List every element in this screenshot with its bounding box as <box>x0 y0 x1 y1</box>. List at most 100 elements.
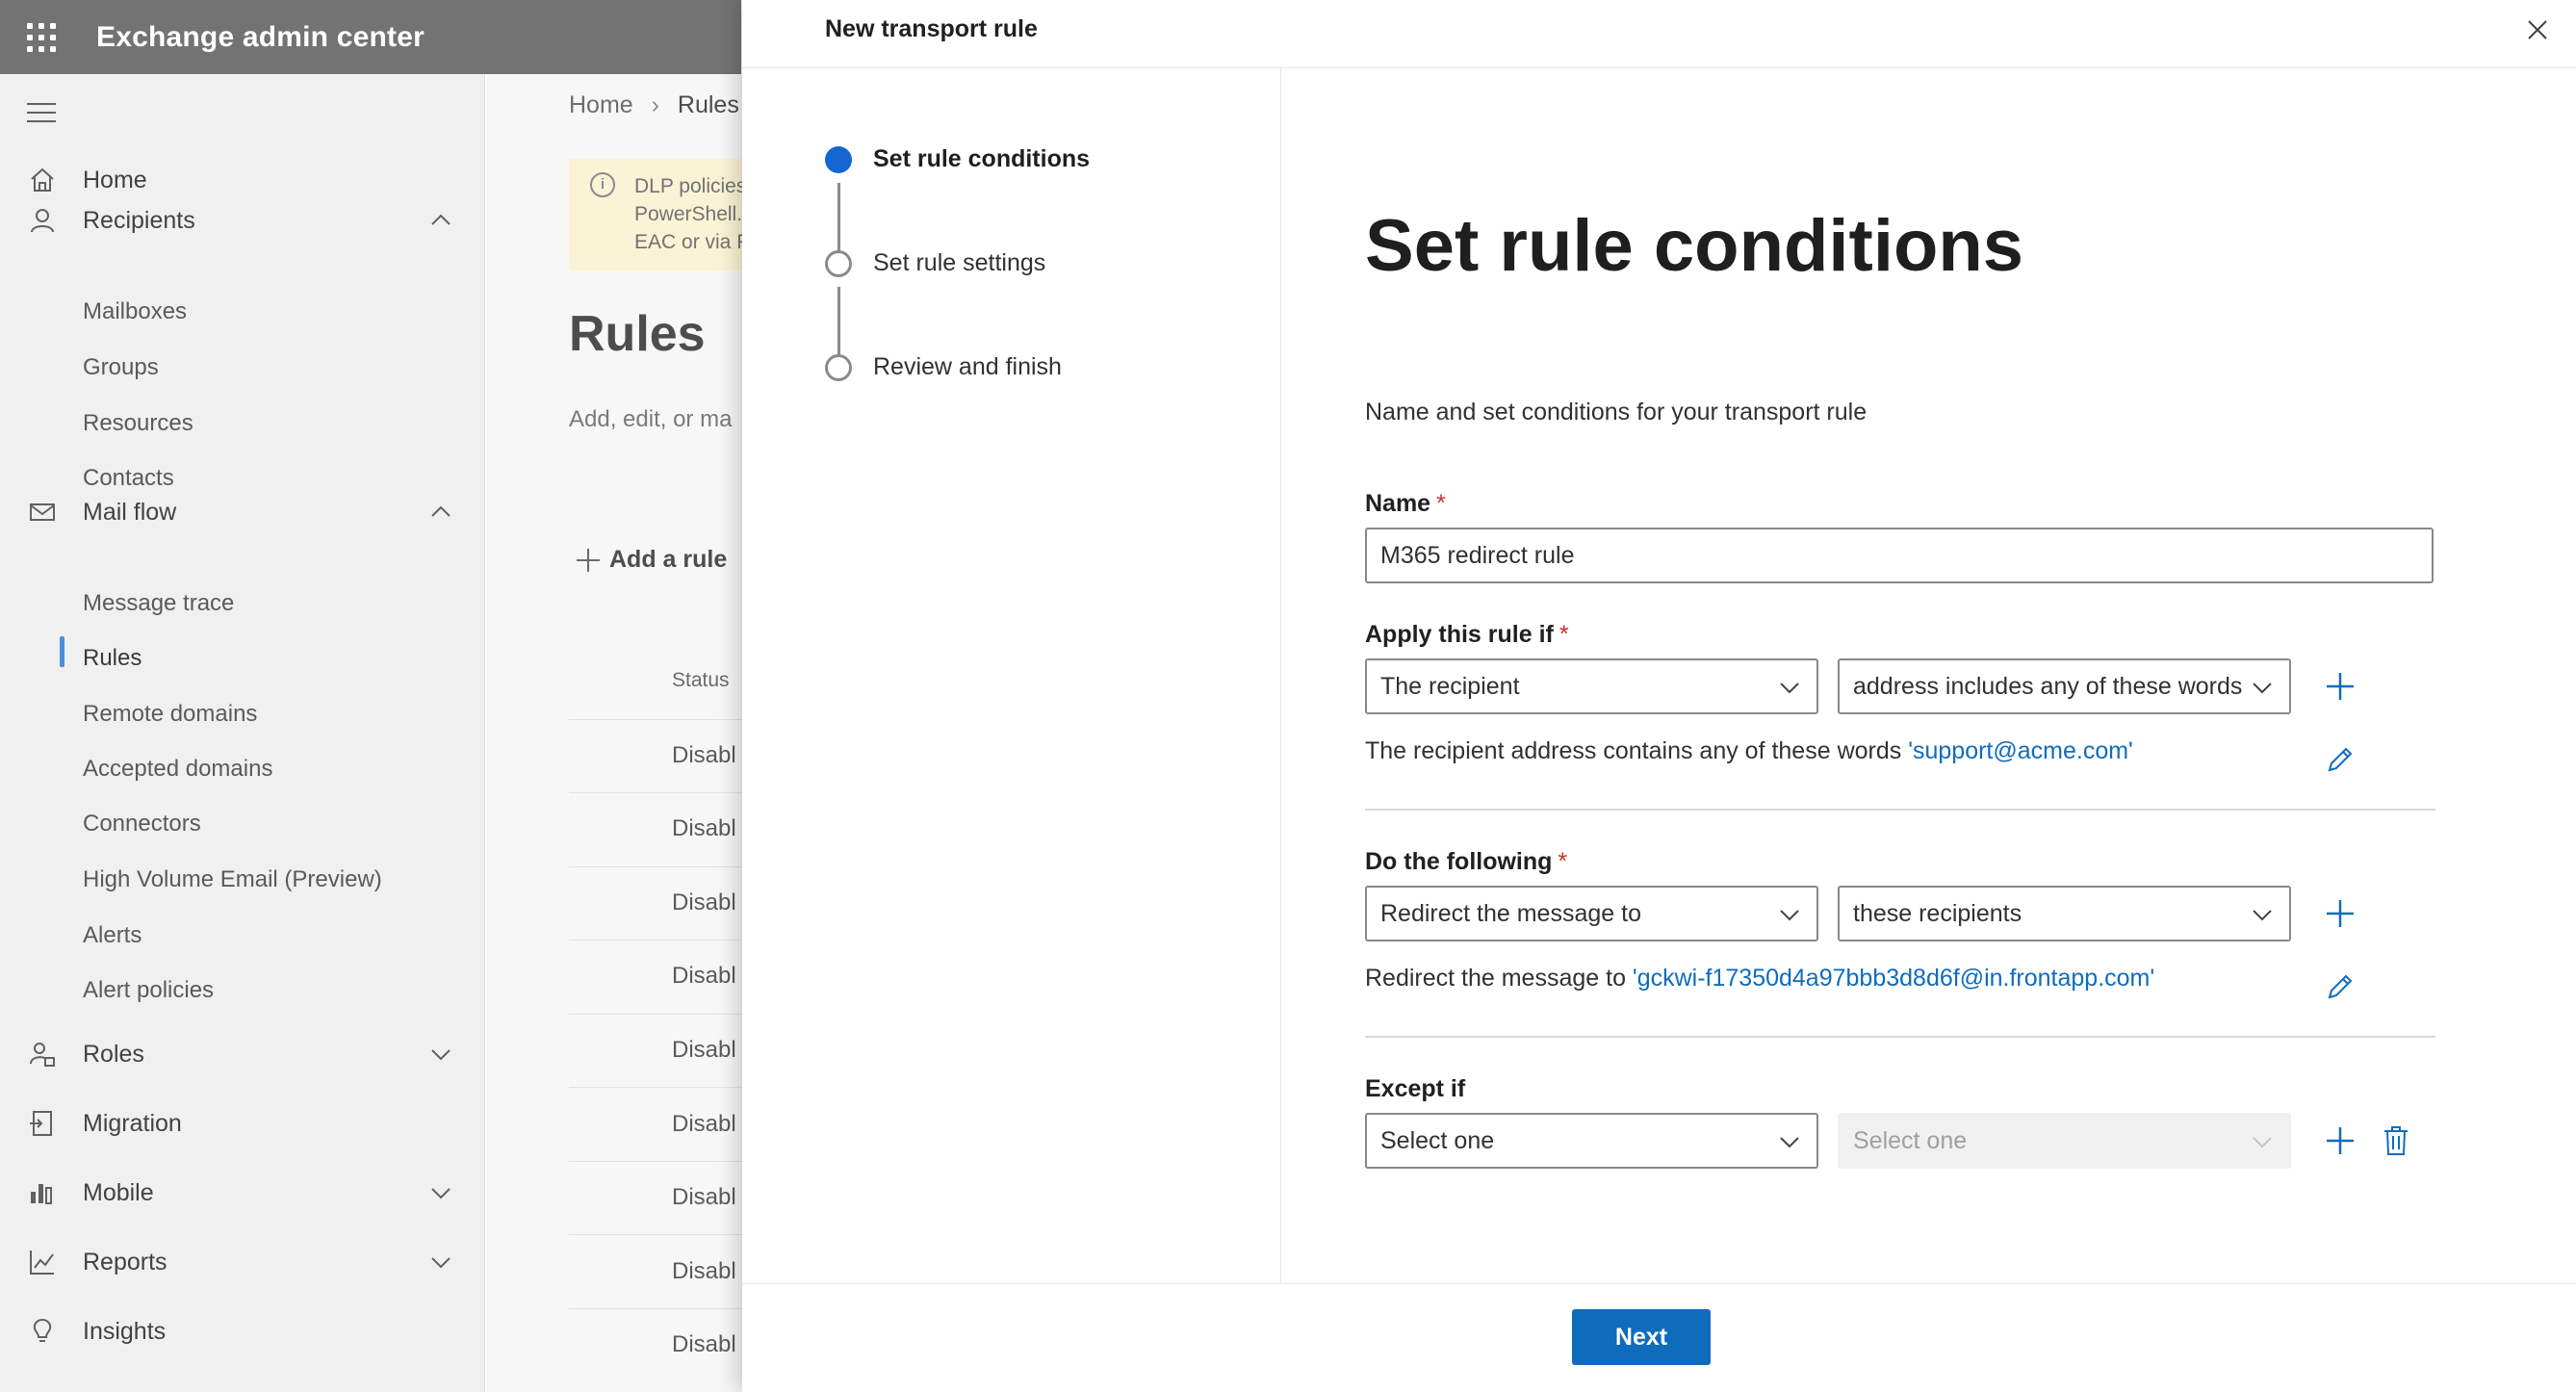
step-connector <box>837 287 840 360</box>
step-connector <box>837 183 840 256</box>
divider <box>569 792 742 793</box>
action-target-dropdown[interactable]: these recipients <box>1838 886 2291 941</box>
divider <box>1365 809 2435 811</box>
sidebar-item-label: Home <box>83 166 147 193</box>
summary-link[interactable]: 'support@acme.com' <box>1908 737 2133 764</box>
table-row[interactable]: Disabl <box>672 889 736 916</box>
table-row[interactable]: Disabl <box>672 963 736 990</box>
sidebar-item-connectors[interactable]: Connectors <box>83 805 201 843</box>
dropdown-value: Redirect the message to <box>1380 900 1641 927</box>
apply-condition-dropdown[interactable]: The recipient <box>1365 658 1818 714</box>
add-rule-button[interactable]: Add a rule <box>575 546 727 574</box>
summary-text: The recipient address contains any of th… <box>1365 737 1909 764</box>
sidebar-item-resources[interactable]: Resources <box>83 404 193 443</box>
dropdown-value: The recipient <box>1380 673 1520 700</box>
pencil-icon[interactable] <box>2324 743 2357 776</box>
table-row[interactable]: Disabl <box>672 1331 736 1358</box>
step-indicator <box>825 249 852 277</box>
page-subtitle: Add, edit, or ma <box>569 406 733 432</box>
step-review-and-finish[interactable]: Review and finish <box>825 353 1062 381</box>
action-dropdown[interactable]: Redirect the message to <box>1365 886 1818 941</box>
name-field[interactable]: M365 redirect rule <box>1365 528 2434 583</box>
new-transport-rule-panel: New transport rule Set rule conditions S… <box>742 0 2576 1392</box>
required-marker: * <box>1436 490 1446 517</box>
chevron-down-icon[interactable] <box>429 1250 452 1274</box>
except-if-label: Except if <box>1365 1075 1466 1102</box>
chevron-up-icon[interactable] <box>429 209 452 232</box>
hamburger-menu-icon[interactable] <box>27 103 56 122</box>
table-row[interactable]: Disabl <box>672 815 736 842</box>
dropdown-value: Select one <box>1380 1127 1495 1154</box>
next-button[interactable]: Next <box>1572 1309 1711 1365</box>
table-row[interactable]: Disabl <box>672 1037 736 1064</box>
pencil-icon[interactable] <box>2324 970 2357 1003</box>
apply-rule-summary: The recipient address contains any of th… <box>1365 737 2133 765</box>
person-icon <box>27 205 58 236</box>
breadcrumb-home[interactable]: Home <box>569 91 633 118</box>
sidebar-item-reports[interactable]: Reports <box>0 1235 485 1289</box>
app-header: Exchange admin center <box>0 0 741 74</box>
sidebar-item-recipients[interactable]: Recipients <box>0 193 485 247</box>
divider <box>569 1087 742 1088</box>
chevron-down-icon <box>1780 683 1799 694</box>
divider <box>742 67 2576 68</box>
sidebar-item-rules[interactable]: Rules <box>83 639 142 678</box>
exception-dropdown[interactable]: Select one <box>1365 1113 1818 1169</box>
column-header-status[interactable]: Status <box>672 669 730 692</box>
breadcrumb: Home › Rules <box>569 91 739 119</box>
add-action-plus-icon[interactable] <box>2324 897 2357 930</box>
chevron-up-icon[interactable] <box>429 501 452 524</box>
divider <box>569 1014 742 1015</box>
sidebar-item-groups[interactable]: Groups <box>83 348 159 387</box>
app-title: Exchange admin center <box>96 20 425 53</box>
reports-icon <box>27 1247 58 1277</box>
sidebar-item-mailboxes[interactable]: Mailboxes <box>83 293 187 331</box>
required-marker: * <box>1558 848 1568 875</box>
chevron-right-icon: › <box>651 91 659 118</box>
step-indicator <box>825 353 852 381</box>
add-condition-plus-icon[interactable] <box>2324 670 2357 703</box>
sidebar-item-label: Mobile <box>83 1178 154 1206</box>
page-description: Name and set conditions for your transpo… <box>1365 399 1868 425</box>
lightbulb-icon <box>27 1316 58 1347</box>
info-banner: i DLP policies PowerShell. EAC or via P <box>569 159 742 271</box>
sidebar-item-insights[interactable]: Insights <box>0 1304 485 1358</box>
divider <box>569 1161 742 1162</box>
step-set-rule-conditions[interactable]: Set rule conditions <box>825 145 1090 173</box>
sidebar-item-accepted-domains[interactable]: Accepted domains <box>83 750 272 788</box>
step-set-rule-settings[interactable]: Set rule settings <box>825 249 1045 277</box>
sidebar-item-mobile[interactable]: Mobile <box>0 1166 485 1220</box>
apply-predicate-dropdown[interactable]: address includes any of these words <box>1838 658 2291 714</box>
sidebar: Home Recipients Mailboxes Groups Resourc… <box>0 74 485 1392</box>
panel-title: New transport rule <box>825 15 1038 42</box>
summary-link[interactable]: 'gckwi-f17350d4a97bbb3d8d6f@in.frontapp.… <box>1633 965 2154 992</box>
sidebar-item-message-trace[interactable]: Message trace <box>83 584 234 623</box>
add-exception-plus-icon[interactable] <box>2324 1124 2357 1157</box>
sidebar-item-alert-policies[interactable]: Alert policies <box>83 971 214 1010</box>
roles-icon <box>27 1039 58 1070</box>
trash-icon[interactable] <box>2382 1124 2410 1157</box>
sidebar-item-high-volume-email[interactable]: High Volume Email (Preview) <box>83 861 382 899</box>
divider <box>742 1283 2576 1284</box>
close-icon[interactable] <box>2521 13 2554 46</box>
chevron-down-icon <box>1780 1137 1799 1148</box>
breadcrumb-current: Rules <box>677 91 739 118</box>
app-launcher-icon[interactable] <box>21 17 62 58</box>
divider <box>569 1234 742 1235</box>
summary-text: Redirect the message to <box>1365 965 1633 992</box>
table-row[interactable]: Disabl <box>672 1111 736 1138</box>
page-title: Rules <box>569 306 706 362</box>
chevron-down-icon[interactable] <box>429 1181 452 1204</box>
page-title: Set rule conditions <box>1365 205 2024 287</box>
sidebar-item-migration[interactable]: Migration <box>0 1096 485 1150</box>
table-row[interactable]: Disabl <box>672 742 736 769</box>
sidebar-item-mail-flow[interactable]: Mail flow <box>0 485 485 539</box>
table-row[interactable]: Disabl <box>672 1184 736 1211</box>
chevron-down-icon[interactable] <box>429 1043 452 1066</box>
sidebar-item-alerts[interactable]: Alerts <box>83 916 142 955</box>
step-active-indicator <box>825 145 852 173</box>
table-row[interactable]: Disabl <box>672 1258 736 1285</box>
sidebar-item-remote-domains[interactable]: Remote domains <box>83 695 257 734</box>
dropdown-value: Select one <box>1853 1127 1968 1154</box>
sidebar-item-roles[interactable]: Roles <box>0 1027 485 1081</box>
